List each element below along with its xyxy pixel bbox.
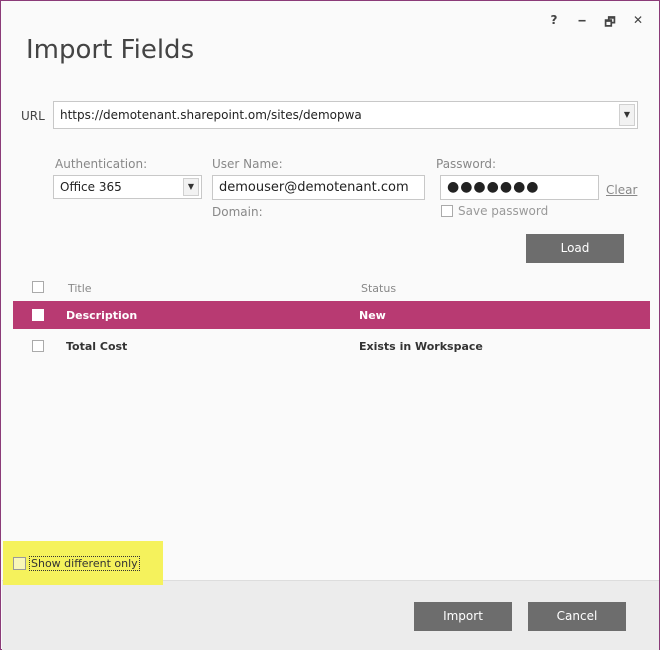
help-icon[interactable]: ? [547,13,561,34]
minimize-icon[interactable]: ‒ [575,13,589,34]
close-icon[interactable]: ✕ [631,13,645,34]
window-controls: ? ‒ 🗗 ✕ [547,13,645,34]
url-label: URL [21,109,45,123]
password-label: Password: [436,157,497,171]
status-column-header: Status [361,282,397,295]
import-fields-dialog: ? ‒ 🗗 ✕ Import Fields URL https://demote… [0,0,660,650]
restore-icon[interactable]: 🗗 [603,13,617,34]
field-status: New [359,309,386,322]
save-password-label: Save password [458,204,549,218]
field-status: Exists in Workspace [359,340,483,353]
show-different-only-checkbox[interactable] [13,557,26,570]
save-password-checkbox[interactable] [441,205,453,217]
domain-label: Domain: [212,205,263,219]
title-column-header: Title [68,282,92,295]
save-password-option[interactable]: Save password [441,204,548,218]
select-all-checkbox[interactable] [32,281,44,293]
authentication-select[interactable]: Office 365 ▼ [53,175,202,199]
user-name-label: User Name: [212,157,283,171]
row-checkbox[interactable] [32,309,44,321]
import-button[interactable]: Import [414,602,512,631]
url-value: https://demotenant.sharepoint.om/sites/d… [60,108,362,122]
field-title: Total Cost [66,340,128,353]
url-combobox[interactable]: https://demotenant.sharepoint.om/sites/d… [53,101,638,129]
clear-password-link[interactable]: Clear [606,183,637,197]
authentication-value: Office 365 [60,180,122,194]
authentication-label: Authentication: [55,157,148,171]
show-different-only-option[interactable]: Show different only [13,556,140,571]
dialog-title: Import Fields [26,35,195,65]
user-name-input[interactable]: demouser@demotenant.com [212,175,425,200]
table-row[interactable]: Total Cost Exists in Workspace [13,332,650,360]
row-checkbox[interactable] [32,340,44,352]
chevron-down-icon[interactable]: ▼ [619,104,635,126]
table-row[interactable]: Description New [13,301,650,329]
load-button[interactable]: Load [526,234,624,263]
cancel-button[interactable]: Cancel [528,602,626,631]
table-header: Title Status [13,281,650,299]
show-different-only-label: Show different only [29,556,140,571]
password-input[interactable]: ●●●●●●● [440,175,599,200]
chevron-down-icon[interactable]: ▼ [183,178,199,196]
field-title: Description [66,309,138,322]
